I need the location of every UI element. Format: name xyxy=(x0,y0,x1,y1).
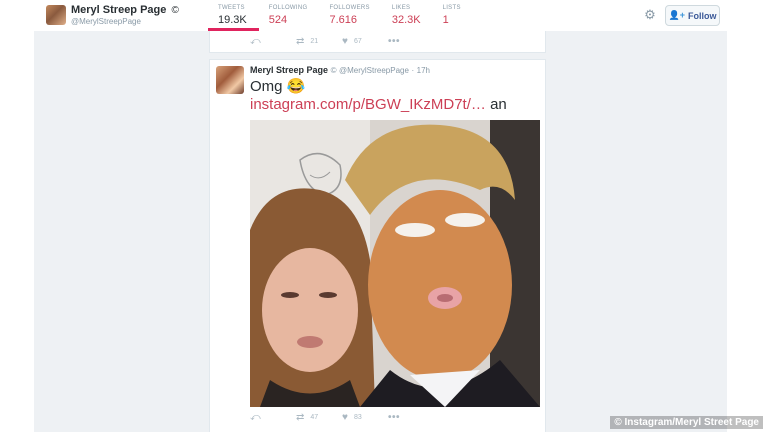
follow-button[interactable]: 👤+ Follow xyxy=(665,5,720,26)
more-button[interactable]: ••• xyxy=(388,36,434,47)
reply-button[interactable]: ⤺ xyxy=(250,36,296,47)
nav-lists-count: 1 xyxy=(442,14,449,26)
tweet-author-name[interactable]: Meryl Streep Page xyxy=(250,65,328,75)
nav-lists-label: LISTS xyxy=(442,5,461,11)
gear-icon[interactable]: ⚙ xyxy=(643,8,657,22)
previous-tweet[interactable]: ⤺ ⇄ 21 ♥ 67 ••• xyxy=(209,31,546,53)
retweet-icon: ⇄ xyxy=(296,36,305,47)
nav-following-count: 524 xyxy=(268,14,288,26)
photo-credit: © Instagram/Meryl Street Page xyxy=(610,416,763,429)
nav-tweets[interactable]: TWEETS 19.3K xyxy=(208,0,259,31)
retweet-button[interactable]: ⇄ 47 xyxy=(296,412,342,423)
previous-tweet-actions: ⤺ ⇄ 21 ♥ 67 ••• xyxy=(250,36,434,47)
nav-likes-label: LIKES xyxy=(391,5,411,11)
profile-header-bar: Meryl Streep Page © @MerylStreepPage TWE… xyxy=(0,0,767,31)
selfie-photo[interactable] xyxy=(250,120,540,407)
heart-icon: ♥ xyxy=(342,36,348,47)
reply-icon: ⤺ xyxy=(250,412,261,423)
nav-likes[interactable]: LIKES 32.3K xyxy=(382,0,433,31)
profile-handle[interactable]: @MerylStreepPage xyxy=(71,17,141,26)
nav-following-label: FOLLOWING xyxy=(268,5,308,11)
nav-followers-count: 7.616 xyxy=(329,14,357,26)
nav-tweets-label: TWEETS xyxy=(218,5,245,11)
more-icon: ••• xyxy=(388,412,401,423)
tweet-link-ellipsis[interactable]: … xyxy=(471,96,486,113)
profile-nav: TWEETS 19.3K FOLLOWING 524 FOLLOWERS 7.6… xyxy=(208,0,473,31)
tweet-text-continuation: an xyxy=(485,96,507,113)
copyright-badge: © xyxy=(330,66,337,75)
nav-tweets-count: 19.3K xyxy=(218,14,247,26)
tweet-actions: ⤺ ⇄ 47 ♥ 83 ••• xyxy=(250,412,434,423)
tweet-author-handle[interactable]: @MerylStreepPage xyxy=(339,66,409,75)
more-button[interactable]: ••• xyxy=(388,412,434,423)
nav-likes-count: 32.3K xyxy=(391,14,421,26)
tweet-text: Omg 😂 xyxy=(250,78,306,95)
nav-followers-label: FOLLOWERS xyxy=(329,5,370,11)
follow-button-label: Follow xyxy=(687,10,717,21)
tweet[interactable]: Meryl Streep Page © @MerylStreepPage · 1… xyxy=(209,59,546,432)
nav-lists[interactable]: LISTS 1 xyxy=(433,0,473,31)
tweet-avatar[interactable] xyxy=(216,66,244,94)
add-user-icon: 👤+ xyxy=(668,10,685,20)
like-count: 67 xyxy=(353,38,362,45)
tweet-time-separator: · xyxy=(411,66,415,75)
copyright-badge: © xyxy=(171,5,179,16)
reply-button[interactable]: ⤺ xyxy=(250,412,296,423)
nav-following[interactable]: FOLLOWING 524 xyxy=(259,0,320,31)
photo-illustration xyxy=(250,120,540,407)
tweet-timestamp[interactable]: 17h xyxy=(417,66,430,75)
nav-followers[interactable]: FOLLOWERS 7.616 xyxy=(319,0,381,31)
tweet-header: Meryl Streep Page © @MerylStreepPage · 1… xyxy=(250,65,430,75)
like-button[interactable]: ♥ 83 xyxy=(342,412,388,423)
profile-name[interactable]: Meryl Streep Page © xyxy=(71,4,179,16)
profile-avatar[interactable] xyxy=(46,5,66,25)
heart-icon: ♥ xyxy=(342,412,348,423)
retweet-button[interactable]: ⇄ 21 xyxy=(296,36,342,47)
tweet-link[interactable]: instagram.com/p/BGW_IKzMD7t/ xyxy=(250,96,471,113)
tweet-link-line: instagram.com/p/BGW_IKzMD7t/… an xyxy=(250,96,507,114)
reply-icon: ⤺ xyxy=(250,36,261,47)
more-icon: ••• xyxy=(388,36,401,47)
profile-name-text: Meryl Streep Page xyxy=(71,4,167,16)
retweet-count: 21 xyxy=(310,38,319,45)
retweet-icon: ⇄ xyxy=(296,412,305,423)
like-button[interactable]: ♥ 67 xyxy=(342,36,388,47)
like-count: 83 xyxy=(353,414,362,421)
retweet-count: 47 xyxy=(310,414,319,421)
